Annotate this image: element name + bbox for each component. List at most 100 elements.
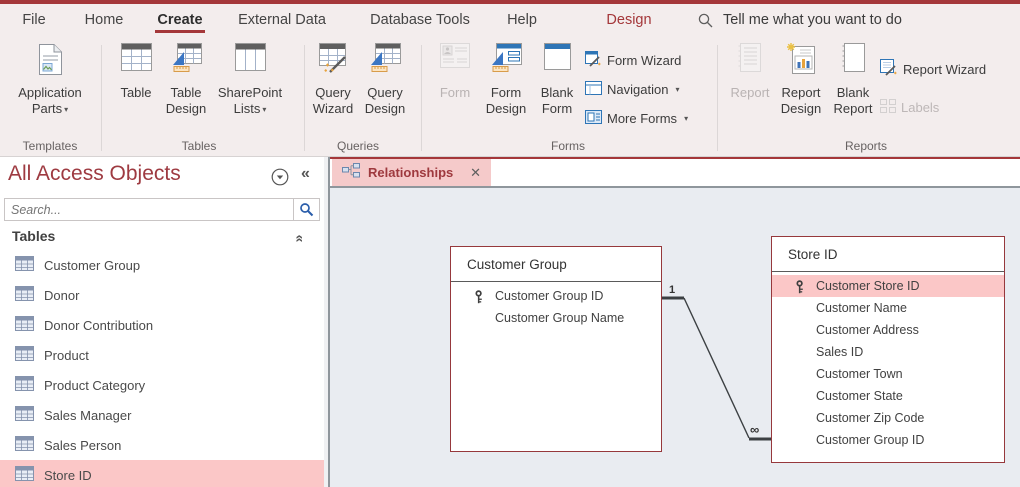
form-icon: [433, 43, 477, 81]
button-label: Report Wizard: [903, 62, 986, 77]
button-label: Form: [440, 85, 470, 100]
report-wizard-icon: [880, 59, 898, 80]
search-go-button[interactable]: [293, 199, 319, 220]
sidebar-item-sales-person[interactable]: Sales Person: [0, 430, 324, 460]
item-label: Product: [44, 348, 89, 363]
field-label: Customer Group Name: [495, 311, 624, 325]
sidebar-item-sales-manager[interactable]: Sales Manager: [0, 400, 324, 430]
more-forms-button[interactable]: More Forms ▾: [585, 109, 688, 128]
query-design-icon: [356, 43, 414, 81]
sidebar-item-donor-contribution[interactable]: Donor Contribution: [0, 310, 324, 340]
table-list-icon: [15, 406, 34, 424]
field-row[interactable]: Customer Store ID: [772, 275, 1004, 297]
item-label: Store ID: [44, 468, 92, 483]
table-box-title[interactable]: Store ID: [772, 237, 1004, 272]
pane-menu-button[interactable]: [271, 168, 289, 186]
table-box-customer-group[interactable]: Customer Group Customer Group ID Custome…: [450, 246, 662, 452]
blank-report-icon: [824, 43, 882, 81]
relationships-icon: [342, 163, 360, 183]
search-input[interactable]: [5, 199, 299, 220]
collapse-pane-icon[interactable]: «: [301, 165, 309, 183]
field-row[interactable]: Customer Address: [772, 319, 1004, 341]
sharepoint-lists-button[interactable]: SharePoint Lists▾: [213, 43, 287, 118]
menu-file[interactable]: File: [14, 4, 54, 37]
field-row[interactable]: Sales ID: [772, 341, 1004, 363]
button-label: Table Design: [166, 85, 206, 116]
group-separator: [717, 45, 718, 151]
button-label: Form Wizard: [607, 53, 681, 68]
blank-report-button[interactable]: Blank Report: [824, 43, 882, 117]
table-box-store-id[interactable]: Store ID Customer Store ID Customer Name…: [771, 236, 1005, 463]
button-label: Blank Form: [541, 85, 574, 116]
field-row[interactable]: Customer Zip Code: [772, 407, 1004, 429]
menu-home[interactable]: Home: [80, 4, 128, 37]
dropdown-caret-icon: ▾: [684, 114, 688, 123]
tell-me-box[interactable]: Tell me what you want to do: [723, 4, 902, 37]
menu-external-data[interactable]: External Data: [230, 4, 334, 37]
sidebar-item-product[interactable]: Product: [0, 340, 324, 370]
sidebar-item-donor[interactable]: Donor: [0, 280, 324, 310]
field-row[interactable]: Customer Group ID: [772, 429, 1004, 451]
button-label: Form Design: [486, 85, 526, 116]
report-design-button[interactable]: Report Design: [773, 43, 829, 117]
sidebar-item-store-id[interactable]: Store ID: [0, 460, 324, 487]
tables-section-header[interactable]: Tables: [12, 228, 55, 244]
form-wizard-icon: [585, 51, 602, 71]
table-list-icon: [15, 346, 34, 364]
report-wizard-button[interactable]: Report Wizard: [880, 60, 986, 79]
field-label: Customer Group ID: [495, 289, 603, 303]
group-label-reports: Reports: [826, 139, 906, 153]
item-label: Sales Manager: [44, 408, 131, 423]
button-label: Labels: [901, 100, 939, 115]
navigation-button[interactable]: Navigation ▾: [585, 80, 679, 99]
field-row[interactable]: Customer Town: [772, 363, 1004, 385]
application-parts-button[interactable]: Application Parts▾: [8, 43, 92, 118]
table-design-icon: [156, 43, 216, 81]
navigation-icon: [585, 81, 602, 98]
field-label: Customer Zip Code: [816, 411, 924, 425]
button-label: Navigation: [607, 82, 668, 97]
group-separator: [101, 45, 102, 151]
navigation-pane: All Access Objects « Tables « Customer G…: [0, 157, 324, 487]
application-parts-icon: [8, 43, 92, 81]
table-design-button[interactable]: Table Design: [156, 43, 216, 117]
blank-form-button[interactable]: Blank Form: [533, 43, 581, 117]
search-box[interactable]: [4, 198, 320, 221]
group-label-forms: Forms: [528, 139, 608, 153]
menu-help[interactable]: Help: [502, 4, 542, 37]
table-list-icon: [15, 376, 34, 394]
form-design-button[interactable]: Form Design: [478, 43, 534, 117]
section-collapse-icon[interactable]: «: [292, 235, 308, 242]
field-label: Customer Name: [816, 301, 907, 315]
field-label: Sales ID: [816, 345, 863, 359]
field-row[interactable]: Customer State: [772, 385, 1004, 407]
menu-design-contextual[interactable]: Design: [602, 4, 656, 37]
field-row[interactable]: Customer Group Name: [451, 307, 661, 329]
form-design-icon: [478, 43, 534, 81]
menu-database-tools[interactable]: Database Tools: [362, 4, 478, 37]
button-label: More Forms: [607, 111, 677, 126]
dropdown-caret-icon: ▾: [675, 85, 679, 94]
item-label: Customer Group: [44, 258, 140, 273]
report-button: Report: [724, 43, 776, 101]
table-button[interactable]: Table: [114, 43, 158, 101]
item-label: Donor Contribution: [44, 318, 153, 333]
sharepoint-lists-icon: [213, 43, 287, 81]
table-list-icon: [15, 256, 34, 274]
close-icon[interactable]: ✕: [470, 165, 481, 181]
dropdown-caret-icon: ▾: [64, 105, 68, 114]
table-list-icon: [15, 466, 34, 484]
form-wizard-button[interactable]: Form Wizard: [585, 51, 681, 70]
query-design-button[interactable]: Query Design: [356, 43, 414, 117]
query-wizard-button[interactable]: Query Wizard: [304, 43, 362, 117]
tab-relationships[interactable]: Relationships ✕: [332, 159, 491, 186]
button-label: Application Parts: [18, 85, 82, 116]
menu-create[interactable]: Create: [152, 4, 208, 37]
field-row[interactable]: Customer Name: [772, 297, 1004, 319]
sidebar-item-product-category[interactable]: Product Category: [0, 370, 324, 400]
sidebar-item-customer-group[interactable]: Customer Group: [0, 250, 324, 280]
blank-form-icon: [533, 43, 581, 81]
field-row[interactable]: Customer Group ID: [451, 285, 661, 307]
item-label: Sales Person: [44, 438, 121, 453]
table-box-title[interactable]: Customer Group: [451, 247, 661, 282]
